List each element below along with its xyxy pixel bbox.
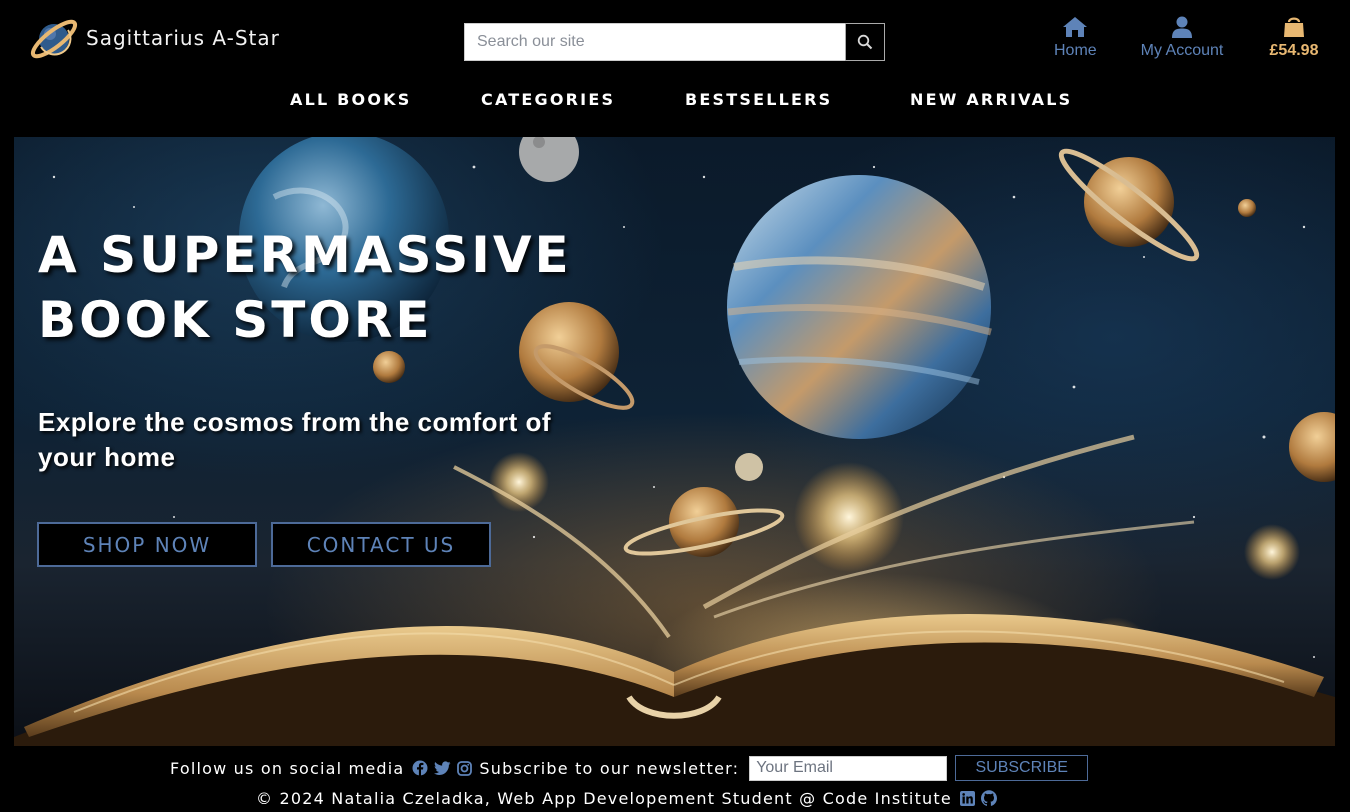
github-link[interactable] bbox=[980, 790, 997, 806]
hero-banner: A SUPERMASSIVE BOOK STORE Explore the co… bbox=[14, 137, 1335, 746]
nav-home-label: Home bbox=[1054, 42, 1097, 59]
nav-account-link[interactable]: My Account bbox=[1140, 16, 1224, 60]
footer-social-newsletter: Follow us on social media Subscribe to o… bbox=[170, 755, 1089, 781]
nav-bag-link[interactable]: £54.98 bbox=[1268, 16, 1320, 60]
linkedin-icon bbox=[959, 790, 975, 806]
hero-title-line1: A SUPERMASSIVE bbox=[38, 226, 572, 284]
follow-text: Follow us on social media bbox=[170, 758, 405, 778]
github-icon bbox=[980, 790, 997, 806]
newsletter-text: Subscribe to our newsletter: bbox=[479, 758, 740, 778]
instagram-link[interactable] bbox=[457, 760, 473, 776]
bag-total: £54.98 bbox=[1269, 42, 1319, 59]
nav-new-arrivals[interactable]: NEW ARRIVALS bbox=[910, 86, 1072, 113]
search-form bbox=[464, 23, 885, 61]
search-button[interactable] bbox=[845, 23, 885, 61]
planet-logo-icon bbox=[30, 19, 78, 59]
footer-copyright-row: © 2024 Natalia Czeladka, Web App Develop… bbox=[256, 786, 1000, 810]
home-icon bbox=[1063, 17, 1088, 37]
nav-home-link[interactable]: Home bbox=[1054, 16, 1097, 60]
contact-us-button[interactable]: CONTACT US bbox=[271, 522, 491, 567]
facebook-link[interactable] bbox=[412, 760, 428, 776]
twitter-icon bbox=[434, 760, 451, 775]
user-icon bbox=[1172, 16, 1192, 38]
site-footer: Follow us on social media Subscribe to o… bbox=[0, 746, 1350, 812]
site-header: Sagittarius A-Star Home My Account £54.9… bbox=[0, 0, 1350, 137]
shop-now-button[interactable]: SHOP NOW bbox=[37, 522, 257, 567]
search-icon bbox=[857, 34, 873, 50]
instagram-icon bbox=[457, 760, 473, 776]
hero-title: A SUPERMASSIVE BOOK STORE bbox=[38, 223, 718, 353]
nav-all-books[interactable]: ALL BOOKS bbox=[290, 86, 411, 113]
linkedin-link[interactable] bbox=[959, 790, 975, 806]
nav-account-label: My Account bbox=[1140, 42, 1224, 59]
nav-categories[interactable]: CATEGORIES bbox=[481, 86, 615, 113]
newsletter-email-input[interactable] bbox=[749, 755, 948, 781]
search-input[interactable] bbox=[464, 23, 845, 61]
twitter-link[interactable] bbox=[434, 760, 451, 776]
facebook-icon bbox=[412, 760, 428, 776]
hero-subtitle: Explore the cosmos from the comfort of y… bbox=[38, 407, 552, 472]
copyright-text: © 2024 Natalia Czeladka, Web App Develop… bbox=[256, 788, 952, 808]
shopping-bag-icon bbox=[1284, 17, 1304, 37]
brand-link[interactable]: Sagittarius A-Star bbox=[28, 12, 280, 64]
hero-title-line2: BOOK STORE bbox=[38, 291, 433, 349]
subscribe-button[interactable]: SUBSCRIBE bbox=[955, 755, 1089, 781]
nav-bestsellers[interactable]: BESTSELLERS bbox=[685, 86, 832, 113]
brand-name: Sagittarius A-Star bbox=[86, 26, 280, 50]
